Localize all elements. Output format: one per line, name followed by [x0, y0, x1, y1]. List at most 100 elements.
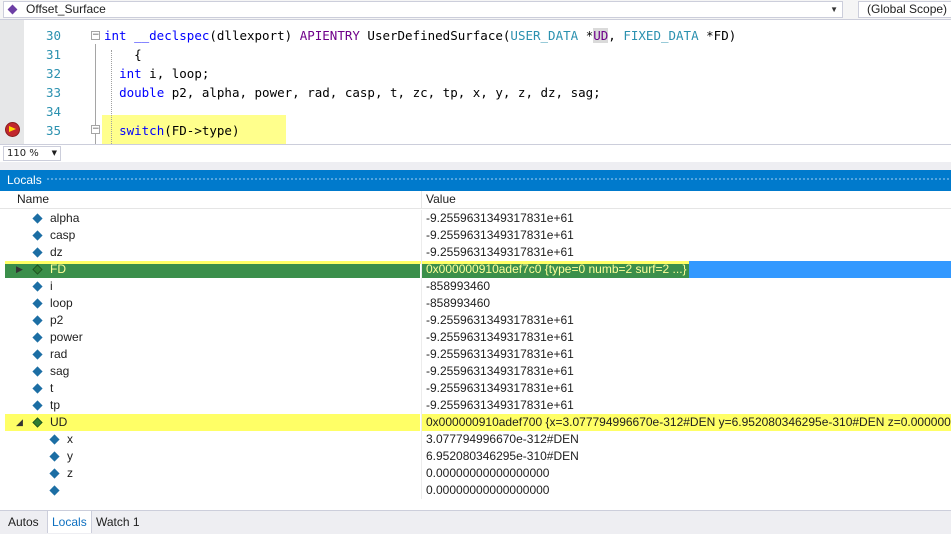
pane-splitter[interactable] — [0, 162, 951, 170]
locals-row[interactable]: loop -858993460 — [0, 295, 951, 312]
column-divider — [421, 244, 422, 261]
variable-icon — [32, 366, 43, 377]
locals-row[interactable]: p2 -9.2559631349317831e+61 — [0, 312, 951, 329]
variable-value[interactable]: -9.2559631349317831e+61 — [426, 346, 574, 363]
locals-grid: alpha -9.2559631349317831e+61 casp -9.25596… — [0, 210, 951, 508]
locals-window-title: Locals — [7, 173, 42, 187]
tab-locals[interactable]: Locals — [47, 511, 92, 533]
code-editor[interactable]: − − 30 int __declspec(dllexport) APIENTRY… — [0, 20, 951, 144]
locals-window-title-bar[interactable]: Locals — [0, 170, 951, 191]
variable-value[interactable]: -9.2559631349317831e+61 — [426, 244, 574, 261]
locals-row[interactable]: i -858993460 — [0, 278, 951, 295]
variable-value[interactable]: -9.2559631349317831e+61 — [426, 329, 574, 346]
locals-row[interactable]: rad -9.2559631349317831e+61 — [0, 346, 951, 363]
variable-name: y — [67, 449, 73, 463]
editor-status-bar: 110 % ▼ — [0, 144, 951, 162]
zoom-dropdown[interactable]: 110 % ▼ — [3, 146, 61, 161]
scope-dropdown[interactable]: Offset_Surface ▼ — [3, 1, 843, 18]
column-header-value[interactable]: Value — [426, 191, 456, 208]
code-token: , — [608, 28, 624, 43]
code-text: double p2, alpha, power, rad, casp, t, z… — [104, 83, 601, 102]
function-icon — [7, 4, 18, 15]
tab-watch-1[interactable]: Watch 1 — [92, 511, 144, 533]
column-divider — [421, 295, 422, 312]
locals-row[interactable]: ◢ UD 0x000000910adef700 {x=3.077794996670e… — [0, 414, 951, 431]
code-line[interactable]: 31 { — [0, 45, 951, 64]
code-line[interactable]: 33 double p2, alpha, power, rad, casp, t… — [0, 83, 951, 102]
locals-row[interactable]: x 3.077794996670e-312#DEN — [0, 431, 951, 448]
title-grip — [46, 177, 951, 182]
tab-autos[interactable]: Autos — [4, 511, 43, 533]
variable-name: tp — [50, 398, 61, 412]
variable-value[interactable]: -9.2559631349317831e+61 — [426, 227, 574, 244]
expand-arrow-icon[interactable]: ▶ — [16, 261, 23, 278]
code-line[interactable]: 30 int __declspec(dllexport) APIENTRY Use… — [0, 26, 951, 45]
code-token: int — [119, 66, 150, 81]
variable-value[interactable]: -9.2559631349317831e+61 — [426, 363, 574, 380]
variable-value[interactable]: -9.2559631349317831e+61 — [426, 210, 574, 227]
line-number: 32 — [45, 66, 61, 81]
debug-tab-strip: Autos Locals Watch 1 — [0, 510, 951, 534]
variable-name: p2 — [50, 313, 64, 327]
editor-navigation-bar: Offset_Surface ▼ (Global Scope) — [0, 0, 951, 20]
locals-row[interactable]: sag -9.2559631349317831e+61 — [0, 363, 951, 380]
variable-value[interactable]: 0x000000910adef700 {x=3.077794996670e-31… — [426, 414, 951, 431]
variable-icon — [32, 298, 43, 309]
code-token: { — [104, 47, 142, 62]
variable-icon — [32, 349, 43, 360]
locals-row[interactable]: power -9.2559631349317831e+61 — [0, 329, 951, 346]
column-divider — [421, 414, 422, 431]
code-token: __declspec — [134, 28, 210, 43]
scope-dropdown-value: Offset_Surface — [26, 2, 106, 16]
code-token: (dllexport) — [209, 28, 300, 43]
locals-row[interactable]: dz -9.2559631349317831e+61 — [0, 244, 951, 261]
column-divider[interactable] — [421, 191, 422, 209]
chevron-down-icon: ▼ — [51, 149, 57, 157]
variable-value[interactable]: -9.2559631349317831e+61 — [426, 397, 574, 414]
column-divider — [421, 210, 422, 227]
variable-value[interactable]: 0.00000000000000000 — [426, 465, 549, 482]
variable-name: alpha — [50, 211, 80, 225]
code-token: (FD->type) — [164, 123, 240, 138]
locals-row[interactable]: casp -9.2559631349317831e+61 — [0, 227, 951, 244]
code-token: i, loop; — [149, 66, 210, 81]
code-line[interactable]: 34 — [0, 102, 951, 121]
code-token: UserDefinedSurface( — [367, 28, 511, 43]
variable-name: dz — [50, 245, 63, 259]
collapse-arrow-icon[interactable]: ◢ — [16, 414, 23, 431]
variable-name: power — [50, 330, 83, 344]
column-divider — [421, 261, 422, 278]
locals-row[interactable]: alpha -9.2559631349317831e+61 — [0, 210, 951, 227]
variable-value[interactable]: 0.00000000000000000 — [426, 482, 549, 499]
variable-icon — [49, 451, 60, 462]
column-header-name[interactable]: Name — [17, 191, 49, 208]
variable-name: rad — [50, 347, 68, 361]
variable-value[interactable]: -9.2559631349317831e+61 — [426, 380, 574, 397]
variable-value[interactable]: -858993460 — [426, 278, 490, 295]
column-divider — [421, 431, 422, 448]
variable-value[interactable]: 3.077794996670e-312#DEN — [426, 431, 579, 448]
locals-row[interactable]: z 0.00000000000000000 — [0, 465, 951, 482]
variable-value[interactable]: 6.952080346295e-310#DEN — [426, 448, 579, 465]
code-line[interactable]: 32 int i, loop; — [0, 64, 951, 83]
global-scope-dropdown[interactable]: (Global Scope) — [858, 1, 951, 18]
variable-value[interactable]: -858993460 — [426, 295, 490, 312]
variable-name: z — [67, 466, 73, 480]
code-token: USER_DATA — [510, 28, 586, 43]
locals-grid-header: Name Value — [0, 191, 951, 209]
variable-value[interactable]: 0x000000910adef7c0 {type=0 numb=2 surf=2… — [426, 261, 687, 278]
locals-row[interactable]: tp -9.2559631349317831e+61 — [0, 397, 951, 414]
locals-row[interactable]: t -9.2559631349317831e+61 — [0, 380, 951, 397]
column-divider — [421, 227, 422, 244]
code-line[interactable]: 35 switch(FD->type) — [0, 121, 951, 140]
variable-value[interactable]: -9.2559631349317831e+61 — [426, 312, 574, 329]
code-token: switch — [119, 123, 165, 138]
line-number: 34 — [45, 104, 61, 119]
column-divider — [421, 346, 422, 363]
locals-row[interactable]: 0.00000000000000000 — [0, 482, 951, 499]
locals-row[interactable]: ▶ FD 0x000000910adef7c0 {type=0 numb=2 sur… — [0, 261, 951, 278]
line-number: 31 — [45, 47, 61, 62]
locals-row[interactable]: y 6.952080346295e-310#DEN — [0, 448, 951, 465]
